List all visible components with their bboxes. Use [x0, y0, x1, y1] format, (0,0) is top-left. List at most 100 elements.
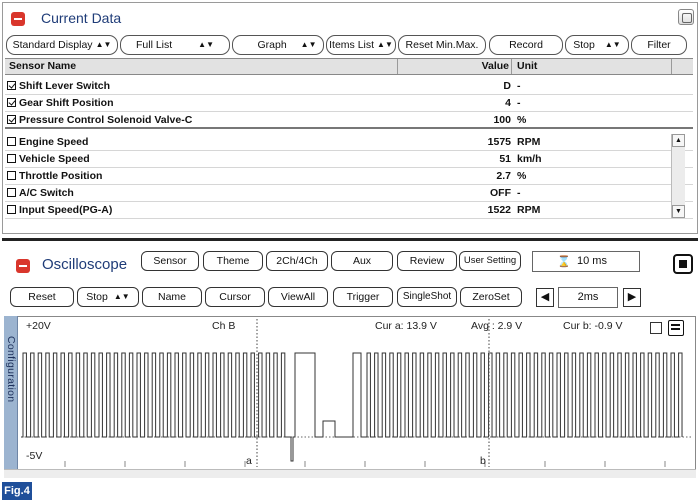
sensor-name: Pressure Control Solenoid Valve-C [7, 112, 192, 129]
table-row[interactable]: Gear Shift Position 4 - [5, 95, 693, 112]
sensor-name: Shift Lever Switch [7, 78, 110, 95]
sensor-name: Engine Speed [7, 134, 88, 151]
sensor-value: 1575 [487, 136, 511, 148]
horizontal-scrollbar[interactable] [4, 469, 696, 478]
sensor-unit: % [517, 114, 527, 126]
table-header: Sensor Name Value Unit [5, 58, 693, 75]
spinner-icon: ▲▼ [198, 40, 215, 49]
checkbox-icon[interactable] [7, 188, 16, 197]
cursor-a-marker: a [246, 455, 252, 467]
display-option-checkbox[interactable] [650, 322, 662, 334]
stop-select[interactable]: Stop ▲▼ [565, 35, 629, 55]
spinner-icon: ▲▼ [113, 292, 130, 301]
scroll-down-icon[interactable]: ▼ [672, 205, 685, 218]
column-divider [671, 59, 672, 74]
maximize-icon[interactable] [678, 9, 694, 25]
average-readout: Avg : 2.9 V [471, 320, 523, 332]
checkbox-icon[interactable] [7, 205, 16, 214]
theme-button[interactable]: Theme [203, 251, 263, 271]
column-unit: Unit [517, 60, 538, 72]
current-data-title: Current Data [41, 10, 122, 26]
checkbox-checked-icon[interactable] [7, 115, 16, 124]
graph-select[interactable]: Graph ▲▼ [232, 35, 324, 55]
collapse-panel-icon[interactable] [11, 12, 25, 26]
sensor-name: A/C Switch [7, 185, 74, 202]
channel-mode-button[interactable]: 2Ch/4Ch [266, 251, 328, 271]
panel-divider[interactable] [2, 238, 698, 241]
zero-set-button[interactable]: ZeroSet [460, 287, 522, 307]
spinner-icon: ▲▼ [377, 40, 393, 49]
sensor-unit: - [517, 187, 521, 199]
column-divider [511, 59, 512, 74]
spinner-icon: ▲▼ [604, 40, 621, 49]
sensor-unit: - [517, 97, 521, 109]
name-button[interactable]: Name [142, 287, 202, 307]
table-scrollbar[interactable]: ▲ ▼ [671, 134, 685, 218]
time-readout: ⌛ 10 ms [532, 251, 640, 272]
sensor-value: 4 [505, 97, 511, 109]
sensor-value: D [503, 80, 511, 92]
y-max-label: +20V [26, 320, 51, 332]
review-button[interactable]: Review [397, 251, 457, 271]
time-decrease-icon[interactable]: ◀ [536, 288, 554, 307]
spinner-icon: ▲▼ [300, 40, 317, 49]
sensor-value: 51 [499, 153, 511, 165]
checkbox-checked-icon[interactable] [7, 98, 16, 107]
sensor-value: OFF [490, 187, 511, 199]
table-row[interactable]: Input Speed(PG-A) 1522 RPM [5, 202, 693, 219]
list-mode-select[interactable]: Full List ▲▼ [120, 35, 230, 55]
reset-button[interactable]: Reset [10, 287, 74, 307]
menu-icon[interactable] [668, 320, 684, 336]
table-row[interactable]: Pressure Control Solenoid Valve-C 100 % [5, 112, 693, 129]
time-increase-icon[interactable]: ▶ [623, 288, 641, 307]
table-row[interactable]: A/C Switch OFF - [5, 185, 693, 202]
reset-minmax-button[interactable]: Reset Min.Max. [398, 35, 486, 55]
aux-button[interactable]: Aux [331, 251, 393, 271]
oscilloscope-display[interactable] [4, 316, 696, 478]
sensor-name: Gear Shift Position [7, 95, 114, 112]
sensor-button[interactable]: Sensor [141, 251, 199, 271]
table-row[interactable]: Shift Lever Switch D - [5, 78, 693, 95]
cursor-a-readout: Cur a: 13.9 V [375, 320, 437, 332]
stop-capture-icon[interactable] [673, 254, 693, 274]
sensor-name: Vehicle Speed [7, 151, 90, 168]
collapse-panel-icon[interactable] [16, 259, 30, 273]
sensor-unit: RPM [517, 136, 541, 148]
user-setting-button[interactable]: User Setting [459, 251, 521, 271]
checkbox-checked-icon[interactable] [7, 81, 16, 90]
column-value: Value [481, 60, 509, 72]
spinner-icon: ▲▼ [95, 40, 112, 49]
scroll-up-icon[interactable]: ▲ [672, 134, 685, 147]
sensor-unit: % [517, 170, 527, 182]
channel-label: Ch B [212, 320, 236, 332]
waveform-plot [21, 319, 693, 467]
hourglass-icon: ⌛ [557, 256, 571, 268]
checkbox-icon[interactable] [7, 171, 16, 180]
table-row[interactable]: Throttle Position 2.7 % [5, 168, 693, 185]
checkbox-icon[interactable] [7, 154, 16, 163]
oscilloscope-title: Oscilloscope [42, 256, 128, 273]
table-row[interactable]: Vehicle Speed 51 km/h [5, 151, 693, 168]
sensor-unit: km/h [517, 153, 542, 165]
cursor-button[interactable]: Cursor [205, 287, 265, 307]
view-all-button[interactable]: ViewAll [268, 287, 328, 307]
single-shot-button[interactable]: SingleShot [397, 287, 457, 307]
sensor-unit: - [517, 80, 521, 92]
figure-label: Fig.4 [2, 482, 32, 500]
trigger-button[interactable]: Trigger [333, 287, 393, 307]
stop-select[interactable]: Stop ▲▼ [77, 287, 139, 307]
table-row[interactable]: Engine Speed 1575 RPM [5, 134, 693, 151]
filter-button[interactable]: Filter [631, 35, 687, 55]
sensor-unit: RPM [517, 204, 541, 216]
sensor-name: Throttle Position [7, 168, 102, 185]
sensor-value: 1522 [487, 204, 511, 216]
items-list-select[interactable]: Items List ▲▼ [326, 35, 396, 55]
display-mode-select[interactable]: Standard Display ▲▼ [6, 35, 118, 55]
checkbox-icon[interactable] [7, 137, 16, 146]
sensor-value: 100 [493, 114, 511, 126]
signal-trace [21, 352, 683, 462]
time-div-readout: 2ms [558, 287, 618, 308]
configuration-tab[interactable]: Configuration [4, 316, 18, 472]
column-sensor-name: Sensor Name [9, 60, 77, 72]
record-button[interactable]: Record [489, 35, 563, 55]
